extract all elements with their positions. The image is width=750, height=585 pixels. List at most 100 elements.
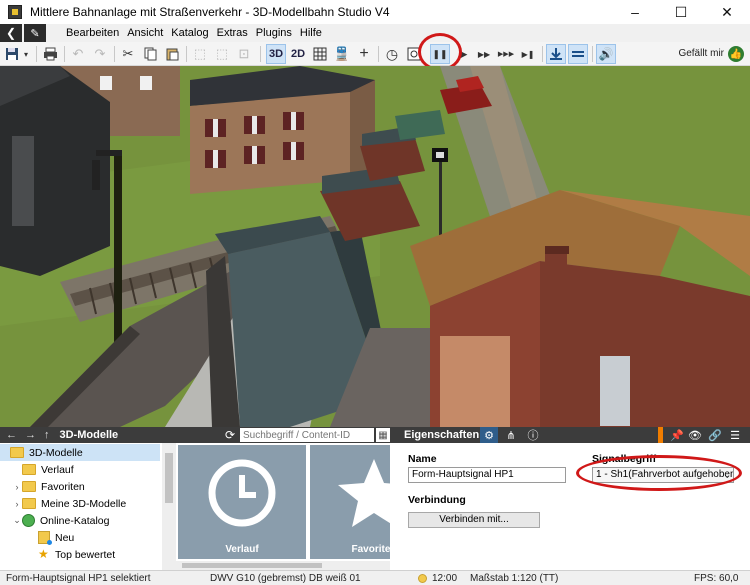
signal-select[interactable]: 1 - Sh1(Fahrverbot aufgehoben ⌄ (592, 467, 734, 483)
tile-label: Favoriten (351, 544, 390, 555)
ungroup-icon[interactable]: ⬚ (212, 44, 232, 64)
tree-item-label: Online-Katalog (40, 514, 110, 527)
toolbar: ▾ ↶ ↷ ✂ ⬚ ⬚ ⊡ 3D 2D 🚆 + ◷ ❚❚ ▶ ▶▶ ▶▶▶ ▶❚… (0, 42, 750, 66)
menu-plugins[interactable]: Plugins (256, 27, 292, 39)
view-3d-button[interactable]: 3D (266, 44, 286, 64)
signal-select-value: 1 - Sh1(Fahrverbot aufgehoben (596, 469, 734, 480)
menu-extras[interactable]: Extras (217, 27, 248, 39)
tree-item-meine-3d-modelle[interactable]: › Meine 3D-Modelle (0, 495, 160, 512)
connections-icon[interactable]: ⋔ (502, 427, 520, 443)
tiles-scrollbar-thumb[interactable] (182, 563, 322, 568)
fast-forward-button[interactable]: ▶▶ (474, 44, 494, 64)
play-button[interactable]: ▶ (454, 44, 474, 64)
menu-bar: ❮ ✎ Bearbeiten Ansicht Katalog Extras Pl… (0, 24, 750, 42)
step-button[interactable]: ▶❚ (518, 44, 538, 64)
connect-button[interactable]: Verbinden mit... (408, 512, 540, 528)
schedule-icon[interactable] (404, 44, 424, 64)
menu-ansicht[interactable]: Ansicht (127, 27, 163, 39)
link-icon[interactable]: 🔗 (706, 427, 724, 443)
chevron-right-icon[interactable]: › (12, 499, 22, 509)
status-fps: FPS: 60,0 (694, 573, 739, 584)
undo-icon[interactable]: ↶ (68, 44, 88, 64)
paste-icon[interactable] (162, 44, 182, 64)
status-vehicle: DWV G10 (gebremst) DB weiß 01 (210, 573, 361, 584)
connection-label: Verbindung (408, 494, 466, 506)
tile-verlauf[interactable]: Verlauf (178, 445, 306, 559)
view-grid-icon[interactable]: ▦ (376, 428, 390, 442)
rails-icon[interactable] (568, 44, 588, 64)
tree-scrollbar-thumb[interactable] (165, 453, 173, 503)
tile-favoriten[interactable]: Favoriten (310, 445, 390, 559)
tree-item-neu[interactable]: Neu (0, 529, 160, 546)
pin-icon[interactable]: 📌 (668, 427, 686, 443)
search-input[interactable] (240, 428, 374, 442)
tree-item-label: Meine 3D-Modelle (41, 497, 127, 510)
name-field[interactable]: Form-Hauptsignal HP1 (408, 467, 566, 483)
tree-item-favoriten[interactable]: › Favoriten (0, 478, 160, 495)
tile-label: Verlauf (225, 544, 259, 555)
pause-button[interactable]: ❚❚ (430, 44, 450, 64)
crosshair-icon[interactable]: + (354, 44, 374, 64)
back-button[interactable]: ❮ (0, 24, 22, 42)
app-icon (8, 5, 22, 19)
tree-scrollbar[interactable] (162, 443, 176, 570)
faster-forward-button[interactable]: ▶▶▶ (496, 44, 516, 64)
lock-icon[interactable]: ⊡ (234, 44, 254, 64)
sound-icon[interactable]: 🔊 (596, 44, 616, 64)
status-time: 12:00 (432, 573, 458, 584)
grid-icon[interactable] (310, 44, 330, 64)
train-view-icon[interactable]: 🚆 (332, 44, 352, 64)
clock-icon[interactable]: ◷ (382, 44, 402, 64)
redo-icon[interactable]: ↷ (90, 44, 110, 64)
tree-item-label: Verlauf (41, 463, 74, 476)
menu-hilfe[interactable]: Hilfe (300, 27, 322, 39)
menu-bearbeiten[interactable]: Bearbeiten (66, 27, 119, 39)
tree-item-3d-modelle[interactable]: 3D-Modelle (0, 444, 160, 461)
library-tiles: Verlauf Favoriten (176, 443, 390, 570)
close-button[interactable]: ✕ (704, 0, 750, 24)
view-2d-button[interactable]: 2D (288, 44, 308, 64)
arrow-up-icon[interactable]: ↑ (44, 429, 50, 441)
tree-item-label: Top bewertet (55, 548, 116, 561)
info-icon[interactable]: ⓘ (524, 427, 542, 443)
tree-item-verlauf[interactable]: Verlauf (0, 461, 160, 478)
chevron-down-icon[interactable]: ⌄ (12, 515, 22, 526)
like-icon[interactable]: 👍 (728, 46, 744, 62)
minimize-button[interactable]: – (612, 0, 658, 24)
save-dropdown-icon[interactable]: ▾ (20, 44, 32, 64)
menu-katalog[interactable]: Katalog (171, 27, 208, 39)
like-label[interactable]: Gefällt mir (678, 48, 724, 59)
cut-icon[interactable]: ✂ (118, 44, 138, 64)
arrow-left-icon[interactable]: ← (6, 429, 17, 441)
print-icon[interactable] (40, 44, 60, 64)
clock-icon (208, 459, 276, 527)
tiles-scrollbar[interactable] (176, 561, 390, 570)
menu-icon[interactable]: ☰ (726, 427, 744, 443)
tree-item-label: Neu (55, 531, 75, 544)
title-bar: Mittlere Bahnanlage mit Straßenverkehr -… (0, 0, 750, 24)
maximize-button[interactable]: ☐ (658, 0, 704, 24)
edit-mode-button[interactable]: ✎ (24, 24, 46, 42)
window-title: Mittlere Bahnanlage mit Straßenverkehr -… (30, 5, 390, 19)
sun-icon (418, 574, 427, 583)
group-icon[interactable]: ⬚ (190, 44, 210, 64)
gear-icon[interactable]: ⚙ (480, 427, 498, 443)
folder-icon (22, 464, 36, 475)
3d-viewport[interactable] (0, 66, 750, 427)
save-icon[interactable] (2, 44, 22, 64)
download-icon[interactable] (546, 44, 566, 64)
tree-item-online-katalog[interactable]: ⌄ Online-Katalog (0, 512, 160, 529)
name-label: Name (408, 453, 437, 465)
arrow-right-icon[interactable]: → (25, 429, 36, 441)
status-scale: Maßstab 1:120 (TT) (470, 573, 559, 584)
panel-marker (658, 427, 663, 443)
folder-icon (22, 481, 36, 492)
properties-body: Name Form-Hauptsignal HP1 Signalbegriff … (396, 443, 750, 570)
tree-item-top-bewertet[interactable]: ★ Top bewertet (0, 546, 160, 563)
copy-icon[interactable] (140, 44, 160, 64)
refresh-icon[interactable]: ⟳ (222, 427, 238, 443)
chevron-right-icon[interactable]: › (12, 482, 22, 492)
folder-icon (10, 447, 24, 458)
library-tree: 3D-Modelle Verlauf › Favoriten › Meine 3… (0, 443, 162, 570)
eye-icon[interactable]: 👁 (686, 427, 704, 443)
